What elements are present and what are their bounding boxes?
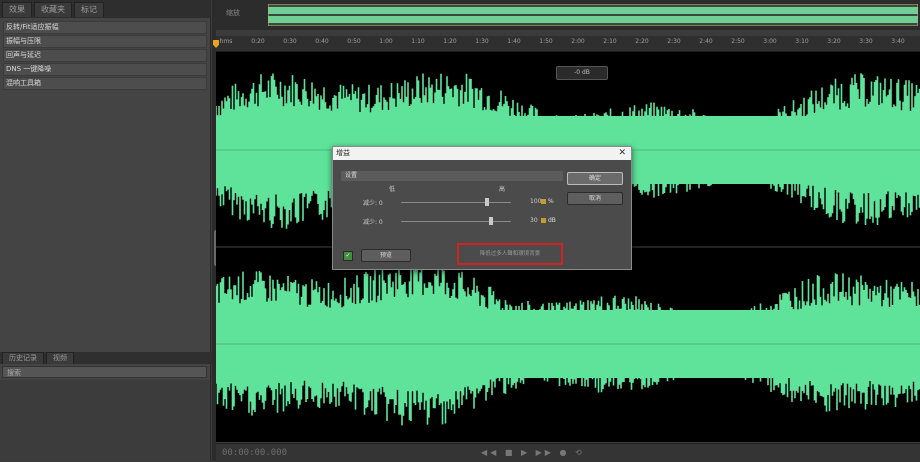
ruler-tick-label: 2:00 bbox=[571, 38, 585, 45]
history-panel bbox=[0, 380, 210, 461]
panel-tabs: 效果 收藏夹 标记 bbox=[0, 0, 210, 18]
parameter-slider[interactable] bbox=[401, 202, 511, 203]
ruler-tick-label: 3:00 bbox=[763, 38, 777, 45]
ruler-tick-label: 1:30 bbox=[475, 38, 489, 45]
parameter-row: 减少: 0 100 % bbox=[363, 197, 554, 207]
transport-controls[interactable]: ◀◀ ■ ▶ ▶▶ ● ⟲ bbox=[481, 448, 585, 457]
parameter-unit: dB bbox=[548, 217, 556, 224]
effect-item[interactable]: 振幅与压限 bbox=[3, 35, 207, 48]
ruler-tick-label: 2:50 bbox=[731, 38, 745, 45]
dialog-titlebar: 增益 ✕ bbox=[333, 147, 631, 160]
close-icon[interactable]: ✕ bbox=[618, 147, 626, 160]
ruler-tick-label: hms bbox=[219, 38, 233, 45]
slider-thumb[interactable] bbox=[484, 198, 489, 206]
effect-item[interactable]: 混响工具箱 bbox=[3, 77, 207, 90]
effect-list: 反转/Fit适应振幅 振幅与压限 回声与延迟 DNS 一键降噪 混响工具箱 bbox=[0, 21, 210, 90]
ruler-tick-label: 3:10 bbox=[795, 38, 809, 45]
highlighted-info-text: 降低过多人聲和環境背景 bbox=[457, 243, 563, 265]
timeline-ruler[interactable]: hms 0:20 0:30 0:40 0:50 1:00 1:10 1:20 1:30 1:40 1… bbox=[216, 36, 920, 52]
ruler-tick-label: 3:30 bbox=[859, 38, 873, 45]
ruler-tick-label: 2:30 bbox=[667, 38, 681, 45]
parameter-label: 减少: 0 bbox=[363, 200, 383, 207]
zoom-label: 缩放 bbox=[226, 9, 240, 17]
parameter-value[interactable]: 30 bbox=[530, 217, 538, 224]
history-search-field[interactable]: 搜索 bbox=[2, 366, 207, 378]
ruler-tick-label: 1:20 bbox=[443, 38, 457, 45]
slider-thumb[interactable] bbox=[489, 217, 494, 225]
tab-history[interactable]: 历史记录 bbox=[2, 352, 44, 364]
ruler-tick-label: 0:50 bbox=[347, 38, 361, 45]
parameter-value[interactable]: 100 bbox=[530, 198, 541, 205]
ruler-tick-label: 1:40 bbox=[507, 38, 521, 45]
ruler-tick-label: 3:20 bbox=[827, 38, 841, 45]
parameter-slider[interactable] bbox=[401, 221, 511, 222]
unit-icon bbox=[541, 218, 546, 223]
timecode-display: 00:00:00.000 bbox=[222, 448, 288, 458]
overview-bar[interactable]: 缩放 bbox=[216, 0, 920, 30]
ruler-tick-label: 0:20 bbox=[251, 38, 265, 45]
ruler-tick-label: 3:40 bbox=[891, 38, 905, 45]
column-low-label: 低 bbox=[389, 186, 396, 193]
ruler-tick-label: 2:40 bbox=[699, 38, 713, 45]
transport-bar: 00:00:00.000 ◀◀ ■ ▶ ▶▶ ● ⟲ bbox=[216, 443, 920, 462]
preview-button[interactable]: 预览 bbox=[361, 249, 411, 262]
bypass-checkbox[interactable]: ✓ bbox=[343, 251, 353, 261]
ruler-tick-label: 1:50 bbox=[539, 38, 553, 45]
effect-item[interactable]: 回声与延迟 bbox=[3, 49, 207, 62]
effect-item[interactable]: 反转/Fit适应振幅 bbox=[3, 21, 207, 34]
lower-panel-tabs: 历史记录 视频 bbox=[0, 352, 212, 364]
ruler-tick-label: 0:30 bbox=[283, 38, 297, 45]
settings-header: 设置 bbox=[341, 171, 563, 181]
ruler-tick-label: 2:10 bbox=[603, 38, 617, 45]
tab-effects[interactable]: 效果 bbox=[2, 2, 32, 17]
parameter-label: 减少: 0 bbox=[363, 219, 383, 226]
ruler-tick-label: 1:00 bbox=[379, 38, 393, 45]
unit-icon bbox=[541, 199, 546, 204]
column-high-label: 高 bbox=[499, 186, 506, 193]
parameter-row: 减少: 0 30 dB bbox=[363, 216, 556, 226]
effect-item[interactable]: DNS 一键降噪 bbox=[3, 63, 207, 76]
dialog-title: 增益 bbox=[336, 149, 350, 157]
overview-waveform[interactable] bbox=[268, 4, 918, 26]
ruler-tick-label: 2:20 bbox=[635, 38, 649, 45]
tab-video[interactable]: 视频 bbox=[46, 352, 74, 364]
ruler-tick-label: 0:40 bbox=[315, 38, 329, 45]
effect-dialog: 增益 ✕ 设置 低 高 减少: 0 100 % 减少: 0 30 dB 确定 取… bbox=[332, 146, 632, 270]
ruler-tick-label: 1:10 bbox=[411, 38, 425, 45]
tab-markers[interactable]: 标记 bbox=[74, 2, 104, 17]
ok-button[interactable]: 确定 bbox=[567, 172, 623, 185]
cancel-button[interactable]: 取消 bbox=[567, 192, 623, 205]
parameter-unit: % bbox=[548, 198, 554, 205]
tab-favorites[interactable]: 收藏夹 bbox=[34, 2, 72, 17]
volume-hud[interactable]: -0 dB bbox=[556, 66, 608, 80]
